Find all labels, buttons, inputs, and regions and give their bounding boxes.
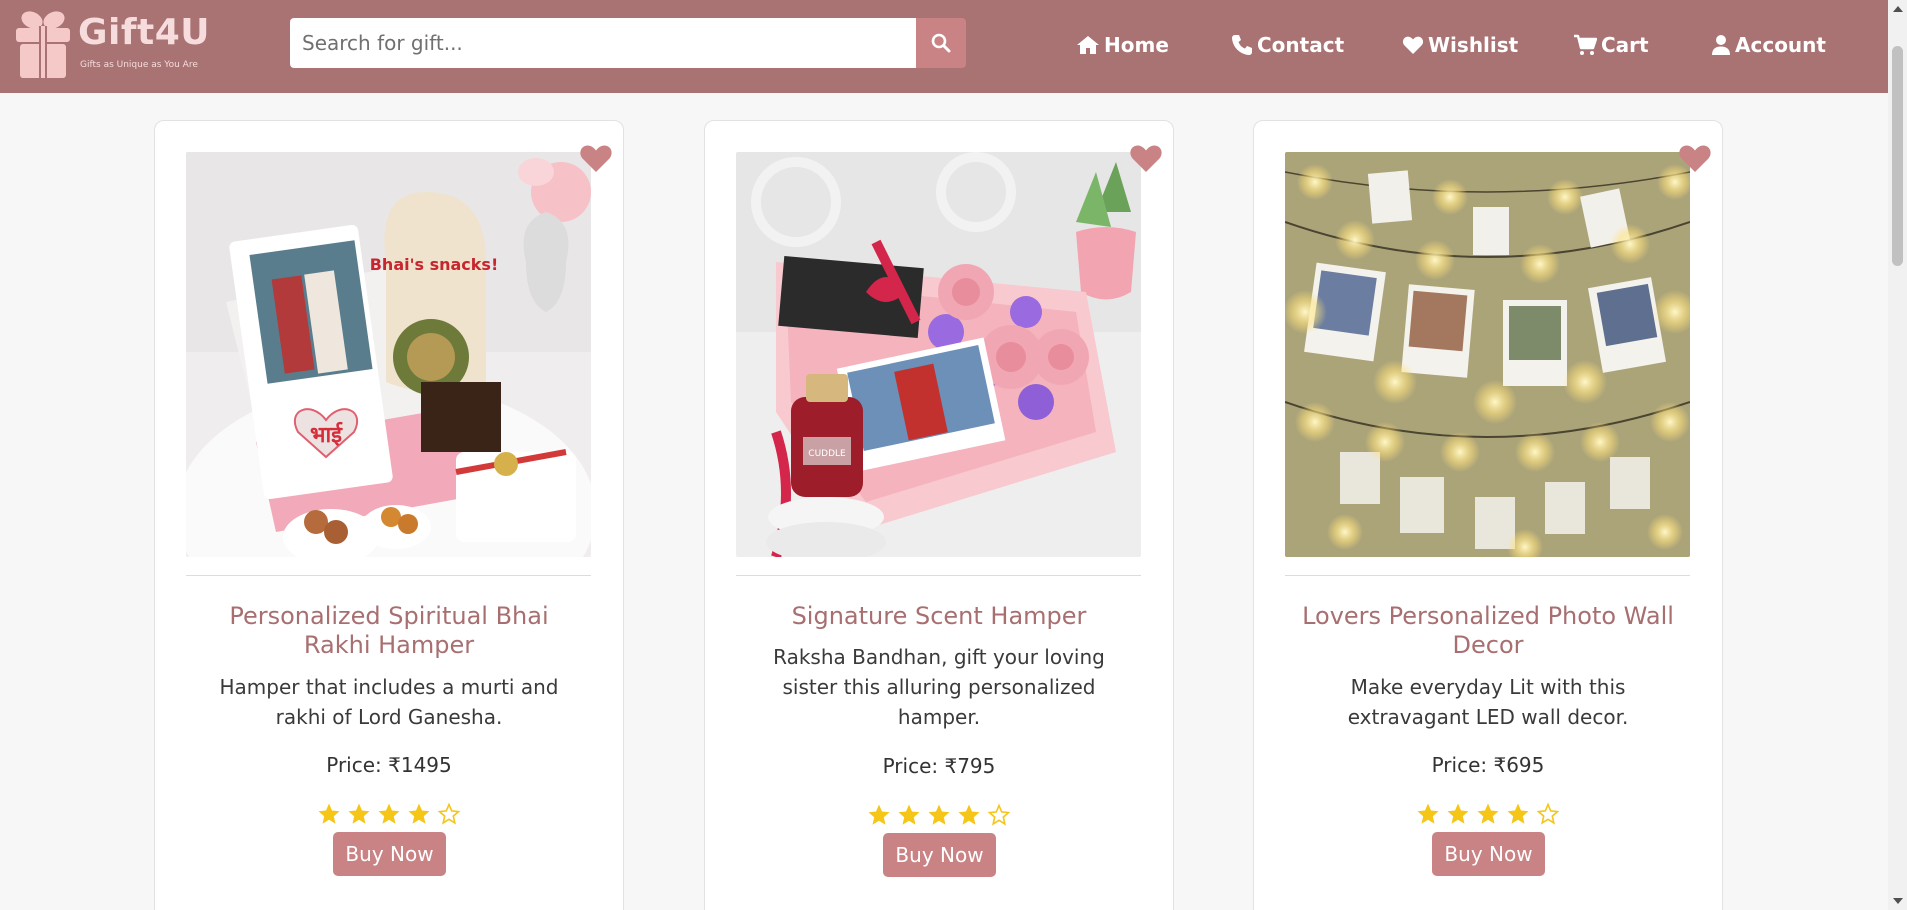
star-filled-icon: [378, 803, 400, 824]
star-filled-icon: [348, 803, 370, 824]
product-price: Price: ₹1495: [326, 753, 452, 777]
star-filled-icon: [408, 803, 430, 824]
wishlist-heart-icon[interactable]: [579, 143, 613, 173]
product-description: Raksha Bandhan, gift your loving sister …: [773, 645, 1105, 729]
star-empty-icon: [1536, 802, 1560, 825]
logo[interactable]: Gift4U Gifts as Unique as You Are: [14, 8, 214, 83]
star-empty-icon: [987, 803, 1011, 826]
wishlist-heart-icon[interactable]: [1678, 143, 1712, 173]
scroll-up-arrow[interactable]: [1893, 6, 1903, 12]
product-title[interactable]: Signature Scent Hamper: [745, 602, 1133, 631]
search-input[interactable]: [290, 18, 917, 68]
search-icon: [931, 33, 951, 53]
nav-account-label: Account: [1735, 33, 1826, 57]
product-card: Lovers Personalized Photo Wall Decor Mak…: [1253, 120, 1723, 910]
product-card: CUDDLE Signature Scent Hamper Raksha Ban…: [704, 120, 1174, 910]
scroll-down-arrow[interactable]: [1893, 898, 1903, 904]
site-header: Gift4U Gifts as Unique as You Are Home C…: [0, 0, 1888, 93]
logo-tagline: Gifts as Unique as You Are: [80, 60, 198, 70]
product-image[interactable]: भाई Bhai's snacks!: [186, 152, 591, 557]
nav-contact[interactable]: Contact: [1231, 30, 1344, 60]
product-card: भाई Bhai's snacks! Personalized Spiritua…: [154, 120, 624, 910]
scroll-thumb[interactable]: [1892, 46, 1903, 266]
nav-home[interactable]: Home: [1076, 30, 1169, 60]
phone-icon: [1232, 35, 1252, 55]
product-title[interactable]: Personalized Spiritual Bhai Rakhi Hamper: [195, 602, 583, 660]
nav-wishlist[interactable]: Wishlist: [1402, 30, 1518, 60]
heart-icon: [1402, 36, 1424, 54]
star-rating: [705, 803, 1173, 827]
product-image[interactable]: CUDDLE: [736, 152, 1141, 557]
logo-name: Gift4U: [78, 12, 211, 53]
buy-now-button[interactable]: Buy Now: [333, 832, 446, 876]
star-filled-icon: [1447, 803, 1469, 824]
product-price: Price: ₹795: [882, 754, 996, 778]
buy-now-button[interactable]: Buy Now: [883, 833, 996, 877]
buy-now-button[interactable]: Buy Now: [1432, 832, 1545, 876]
nav-cart-label: Cart: [1601, 33, 1649, 57]
card-divider: [186, 575, 591, 576]
cart-icon: [1574, 34, 1597, 55]
product-description: Make everyday Lit with this extravagant …: [1347, 675, 1629, 729]
gift-box-icon: [16, 11, 70, 78]
page-scrollbar[interactable]: [1888, 0, 1907, 910]
bag-print-text: Bhai's snacks!: [370, 255, 499, 274]
bottle-label-text: CUDDLE: [808, 449, 846, 459]
heart-print-text: भाई: [310, 421, 343, 448]
nav-contact-label: Contact: [1257, 33, 1345, 57]
star-filled-icon: [958, 804, 980, 825]
product-image[interactable]: [1285, 152, 1690, 557]
nav-cart[interactable]: Cart: [1573, 30, 1649, 60]
nav-account[interactable]: Account: [1711, 30, 1826, 60]
star-filled-icon: [898, 804, 920, 825]
star-filled-icon: [1417, 803, 1439, 824]
product-title[interactable]: Lovers Personalized Photo Wall Decor: [1294, 602, 1682, 660]
star-filled-icon: [1477, 803, 1499, 824]
nav-home-label: Home: [1104, 33, 1169, 57]
home-icon: [1077, 36, 1099, 54]
product-description: Hamper that includes a murti and rakhi o…: [219, 675, 559, 729]
product-price: Price: ₹695: [1431, 753, 1545, 777]
user-icon: [1712, 35, 1730, 55]
nav-wishlist-label: Wishlist: [1428, 33, 1519, 57]
star-filled-icon: [868, 804, 890, 825]
star-rating: [1254, 802, 1722, 826]
star-rating: [155, 802, 623, 826]
star-filled-icon: [318, 803, 340, 824]
search-button[interactable]: [916, 18, 966, 68]
card-divider: [1285, 575, 1690, 576]
card-divider: [736, 575, 1141, 576]
star-filled-icon: [928, 804, 950, 825]
star-empty-icon: [437, 802, 461, 825]
star-filled-icon: [1507, 803, 1529, 824]
wishlist-heart-icon[interactable]: [1129, 143, 1163, 173]
